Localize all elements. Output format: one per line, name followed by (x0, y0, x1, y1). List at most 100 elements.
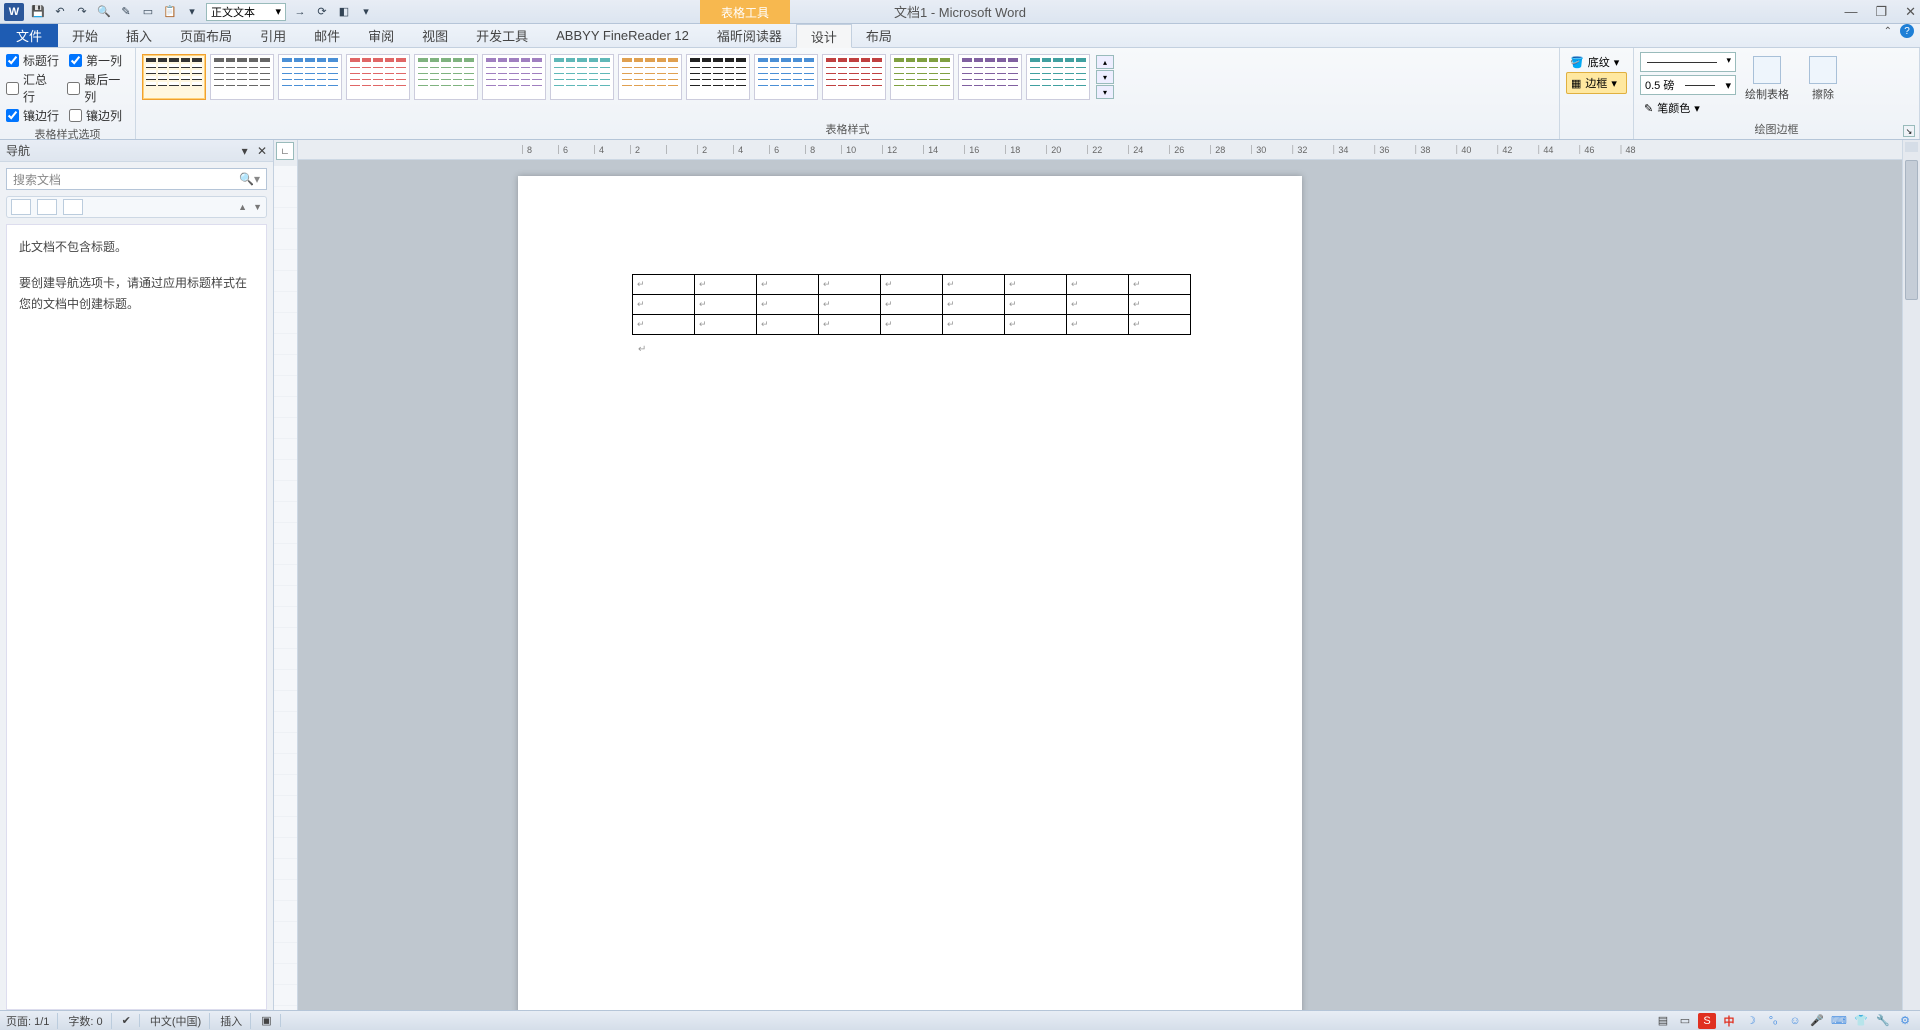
table-row[interactable]: ↵↵↵↵↵↵↵↵↵ (633, 295, 1191, 315)
ime-punct-icon[interactable]: °ₒ (1764, 1013, 1782, 1029)
status-insert-mode[interactable]: 插入 (220, 1013, 251, 1029)
nav-search-input[interactable]: 搜索文档 🔍▾ (6, 168, 267, 190)
nav-up-icon[interactable]: ▲ (238, 202, 247, 212)
view-print-layout-icon[interactable]: ▤ (1654, 1013, 1672, 1029)
line-weight-combo[interactable]: 0.5 磅 ▾ (1640, 75, 1736, 95)
table-cell[interactable]: ↵ (1129, 315, 1191, 335)
tab-developer[interactable]: 开发工具 (462, 24, 542, 47)
ime-mic-icon[interactable]: 🎤 (1808, 1013, 1826, 1029)
table-style-thumb[interactable] (686, 54, 750, 100)
qat-refresh-icon[interactable]: ⟳ (314, 4, 330, 20)
table-cell[interactable]: ↵ (1067, 275, 1129, 295)
word-app-icon[interactable]: W (4, 3, 24, 21)
table-cell[interactable]: ↵ (881, 315, 943, 335)
help-icon[interactable]: ? (1900, 24, 1914, 38)
table-cell[interactable]: ↵ (695, 315, 757, 335)
table-cell[interactable]: ↵ (1067, 315, 1129, 335)
table-cell[interactable]: ↵ (633, 275, 695, 295)
table-cell[interactable]: ↵ (695, 275, 757, 295)
table-style-thumb[interactable] (482, 54, 546, 100)
minimize-button[interactable]: — (1844, 4, 1857, 19)
tab-view[interactable]: 视图 (408, 24, 462, 47)
ribbon-minimize-icon[interactable]: ⌃ (1884, 26, 1892, 37)
gallery-scroll-btn[interactable]: ▾ (1096, 70, 1114, 84)
table-cell[interactable]: ↵ (633, 295, 695, 315)
tab-insert[interactable]: 插入 (112, 24, 166, 47)
view-reading-icon[interactable]: ▭ (1676, 1013, 1694, 1029)
chk-last-col[interactable]: 最后一列 (67, 71, 130, 105)
table-cell[interactable]: ↵ (757, 295, 819, 315)
draw-table-button[interactable]: 绘制表格 (1742, 52, 1792, 118)
tab-review[interactable]: 审阅 (354, 24, 408, 47)
table-cell[interactable]: ↵ (819, 315, 881, 335)
nav-close-icon[interactable]: ✕ (257, 144, 267, 158)
tab-home[interactable]: 开始 (58, 24, 112, 47)
table-cell[interactable]: ↵ (1005, 315, 1067, 335)
tab-file[interactable]: 文件 (0, 24, 58, 47)
chk-banded-row[interactable]: 镶边行 (6, 107, 59, 124)
table-style-thumb[interactable] (1026, 54, 1090, 100)
table-cell[interactable]: ↵ (1005, 275, 1067, 295)
table-style-thumb[interactable] (890, 54, 954, 100)
paste-icon[interactable]: 📋 (162, 4, 178, 20)
status-language[interactable]: 中文(中国) (150, 1013, 210, 1029)
tab-table-design[interactable]: 设计 (796, 24, 852, 48)
table-style-thumb[interactable] (278, 54, 342, 100)
chk-first-col[interactable]: 第一列 (69, 52, 122, 69)
shading-button[interactable]: 🪣 底纹 ▾ (1566, 52, 1627, 72)
gallery-more-btn[interactable]: ▾ (1096, 85, 1114, 99)
close-button[interactable]: ✕ (1905, 4, 1916, 20)
table-style-thumb[interactable] (958, 54, 1022, 100)
highlight-icon[interactable]: ✎ (118, 4, 134, 20)
status-page[interactable]: 页面: 1/1 (6, 1013, 58, 1029)
borders-button[interactable]: ▦ 边框 ▾ (1566, 72, 1627, 94)
table-style-thumb[interactable] (346, 54, 410, 100)
qat-shade-icon[interactable]: ◧ (336, 4, 352, 20)
table-style-thumb[interactable] (210, 54, 274, 100)
table-style-thumb[interactable] (550, 54, 614, 100)
tab-references[interactable]: 引用 (246, 24, 300, 47)
undo-icon[interactable]: ↶ (52, 4, 68, 20)
ime-gear-icon[interactable]: ⚙ (1896, 1013, 1914, 1029)
document-page[interactable]: ↵↵↵↵↵↵↵↵↵↵↵↵↵↵↵↵↵↵↵↵↵↵↵↵↵↵↵ ↵ (518, 176, 1302, 1010)
restore-button[interactable]: ❐ (1875, 4, 1887, 20)
qat-dropdown-icon[interactable]: ▾ (358, 4, 374, 20)
table-cell[interactable]: ↵ (1129, 275, 1191, 295)
table-cell[interactable]: ↵ (757, 275, 819, 295)
horizontal-ruler[interactable]: ｜8｜6｜4｜2｜｜2｜4｜6｜8｜10｜12｜14｜16｜18｜20｜22｜2… (298, 140, 1920, 160)
tab-mailings[interactable]: 邮件 (300, 24, 354, 47)
nav-dropdown-icon[interactable]: ▾ (242, 144, 248, 158)
tab-table-layout[interactable]: 布局 (852, 24, 906, 47)
gallery-scroll-btn[interactable]: ▴ (1096, 55, 1114, 69)
table-style-thumb[interactable] (414, 54, 478, 100)
table-cell[interactable]: ↵ (1005, 295, 1067, 315)
status-macro-icon[interactable]: ▣ (261, 1014, 280, 1027)
table-style-thumb[interactable] (142, 54, 206, 100)
table-style-thumb[interactable] (754, 54, 818, 100)
table-cell[interactable]: ↵ (633, 315, 695, 335)
line-style-combo[interactable]: ▾ (1640, 52, 1736, 72)
table-style-thumb[interactable] (618, 54, 682, 100)
vertical-ruler[interactable]: ∟ (274, 140, 298, 1010)
table-cell[interactable]: ↵ (819, 295, 881, 315)
table-style-thumb[interactable] (822, 54, 886, 100)
table-cell[interactable]: ↵ (819, 275, 881, 295)
scrollbar-thumb[interactable] (1905, 160, 1918, 300)
style-combo[interactable]: 正文文本 ▾ (206, 3, 286, 21)
table-cell[interactable]: ↵ (881, 275, 943, 295)
table-cell[interactable]: ↵ (943, 295, 1005, 315)
chk-header-row[interactable]: 标题行 (6, 52, 59, 69)
table-cell[interactable]: ↵ (1067, 295, 1129, 315)
redo-icon[interactable]: ↷ (74, 4, 90, 20)
ime-moon-icon[interactable]: ☽ (1742, 1013, 1760, 1029)
qat-more-icon[interactable]: ▾ (184, 4, 200, 20)
chk-banded-col[interactable]: 镶边列 (69, 107, 122, 124)
table-cell[interactable]: ↵ (943, 315, 1005, 335)
table-row[interactable]: ↵↵↵↵↵↵↵↵↵ (633, 275, 1191, 295)
table-cell[interactable]: ↵ (695, 295, 757, 315)
nav-view-pages[interactable] (37, 199, 57, 215)
tab-abbyy[interactable]: ABBYY FineReader 12 (542, 24, 703, 47)
qat-arrow-icon[interactable]: → (292, 4, 308, 20)
tab-selector[interactable]: ∟ (276, 142, 294, 160)
new-doc-icon[interactable]: ▭ (140, 4, 156, 20)
